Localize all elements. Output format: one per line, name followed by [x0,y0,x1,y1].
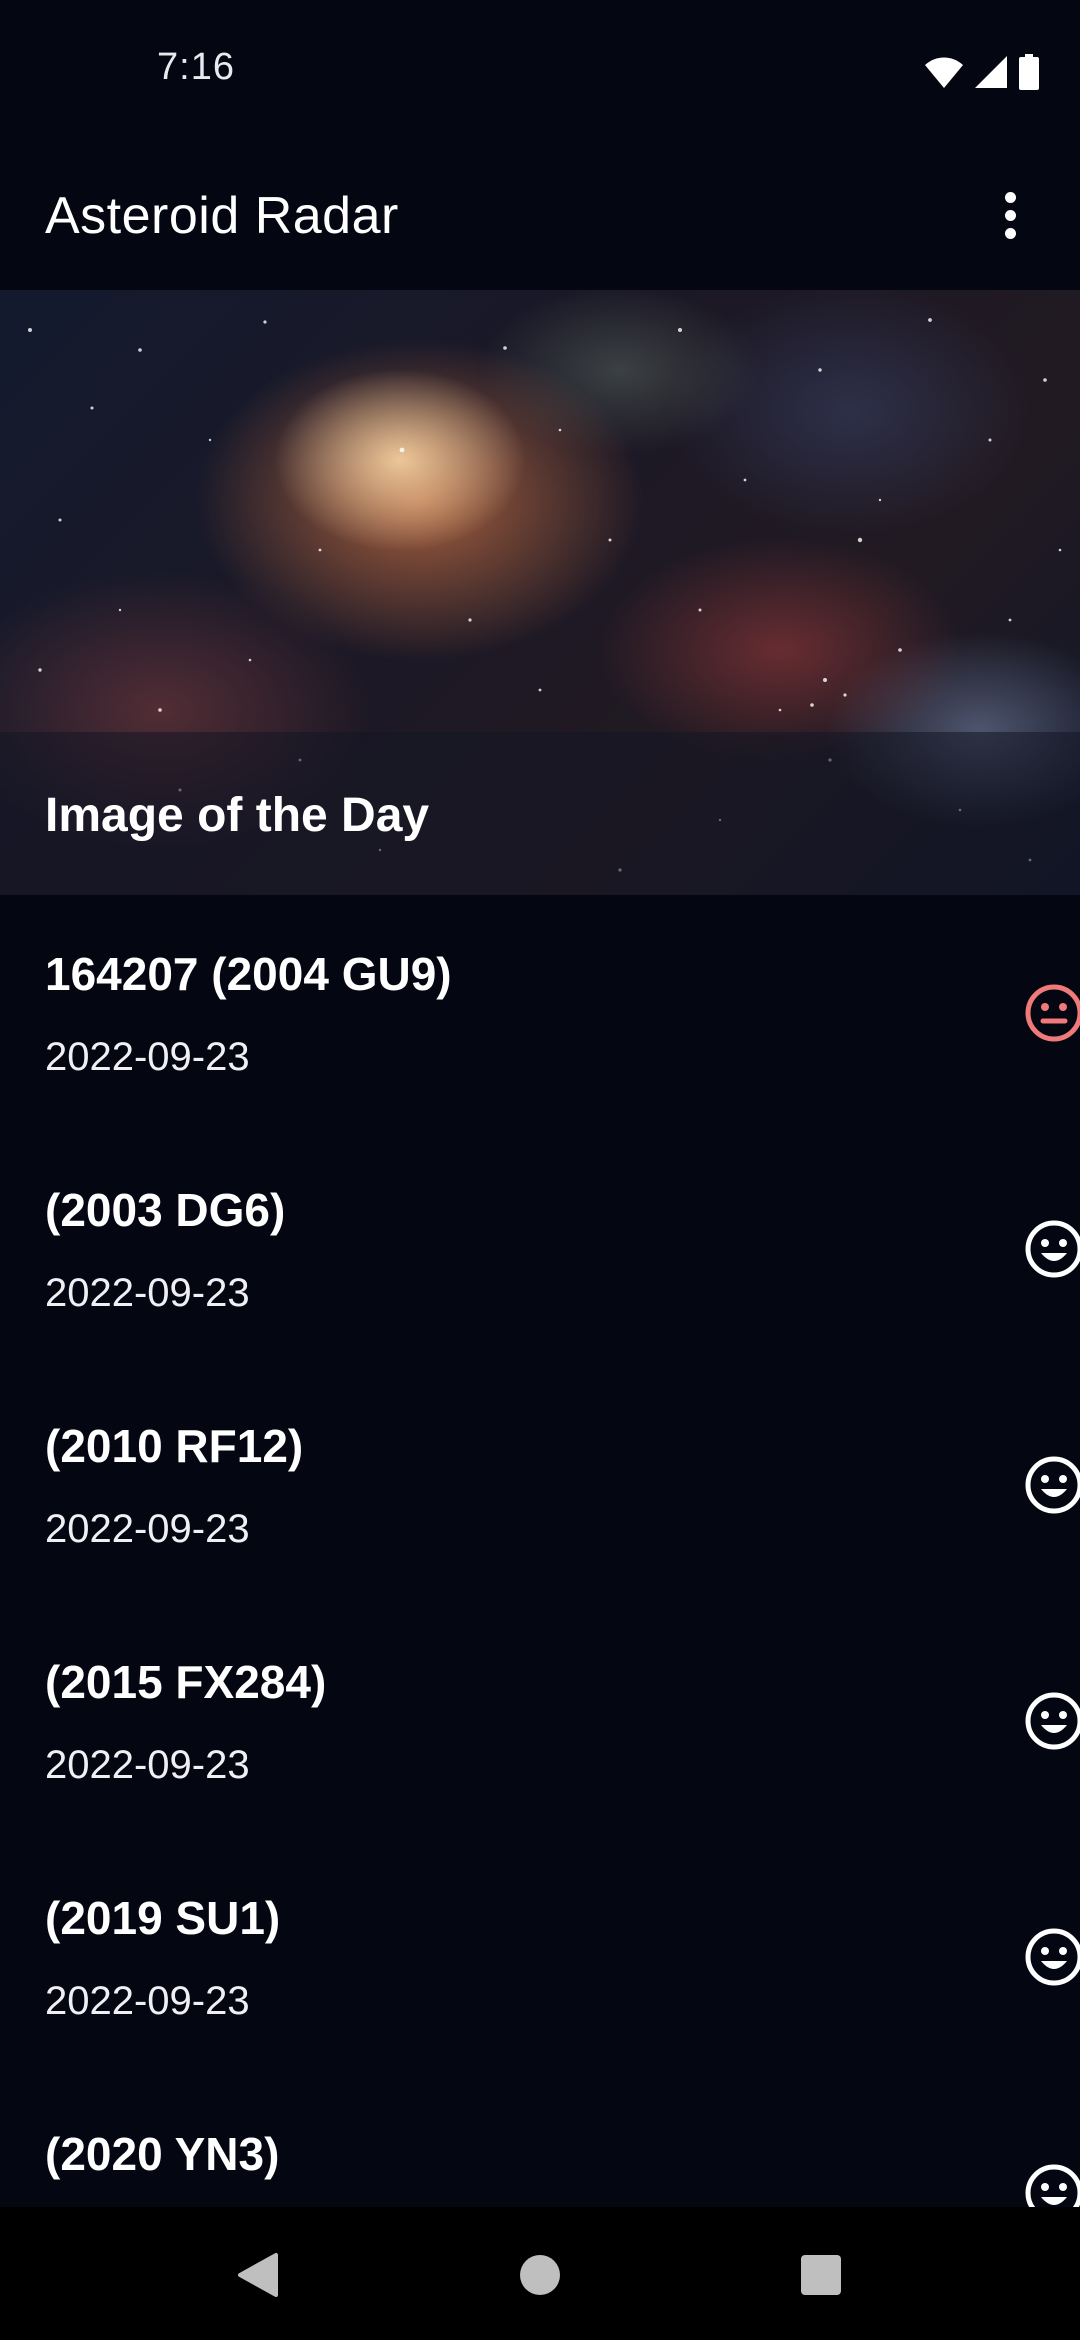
asteroid-name: (2003 DG6) [45,1184,286,1236]
asteroid-name: (2010 RF12) [45,1420,304,1472]
happy-face-icon [1025,1220,1080,1278]
happy-face-icon [1025,1928,1080,1986]
app-screen: 7:16 Asteroid Radar Image of the Day 164… [0,0,1080,2340]
menu-dot [1004,191,1016,203]
signal-icon [975,56,1007,88]
neutral-face-icon [1025,984,1080,1042]
happy-face-icon [1025,1456,1080,1514]
asteroid-date: 2022-09-23 [45,1271,250,1315]
app-bar: Asteroid Radar [0,140,1080,290]
list-item[interactable]: (2010 RF12) 2022-09-23 [0,1367,1080,1603]
list-item[interactable]: (2003 DG6) 2022-09-23 [0,1131,1080,1367]
app-title: Asteroid Radar [45,187,399,245]
asteroid-date: 2022-09-23 [45,1743,250,1787]
menu-dot [1004,227,1016,239]
recents-icon[interactable] [781,2235,861,2315]
asteroid-list[interactable]: 164207 (2004 GU9) 2022-09-23 (2003 DG6) … [0,895,1080,2207]
status-time: 7:16 [157,46,235,88]
wifi-icon [925,57,963,88]
asteroid-name: 164207 (2004 GU9) [45,948,452,1000]
asteroid-date: 2022-09-23 [45,1979,250,2023]
system-nav-bar [0,2207,1080,2340]
image-caption: Image of the Day [45,789,430,842]
asteroid-date: 2022-09-23 [45,1035,250,1079]
asteroid-name: (2015 FX284) [45,1656,327,1708]
battery-icon [1019,54,1039,90]
asteroid-name: (2020 YN3) [45,2128,280,2180]
image-of-the-day[interactable]: Image of the Day [0,290,1080,895]
more-vert-icon[interactable] [970,175,1050,255]
asteroid-date: 2022-09-23 [45,1507,250,1551]
menu-dot [1004,209,1016,221]
list-item[interactable]: (2020 YN3) [0,2075,1080,2207]
back-icon[interactable] [218,2235,298,2315]
status-bar: 7:16 [0,0,1080,140]
home-icon[interactable] [500,2235,580,2315]
asteroid-name: (2019 SU1) [45,1892,281,1944]
list-item[interactable]: 164207 (2004 GU9) 2022-09-23 [0,895,1080,1131]
happy-face-icon [1025,2164,1080,2207]
status-icons [924,52,1040,92]
happy-face-icon [1025,1692,1080,1750]
list-item[interactable]: (2015 FX284) 2022-09-23 [0,1603,1080,1839]
list-item[interactable]: (2019 SU1) 2022-09-23 [0,1839,1080,2075]
